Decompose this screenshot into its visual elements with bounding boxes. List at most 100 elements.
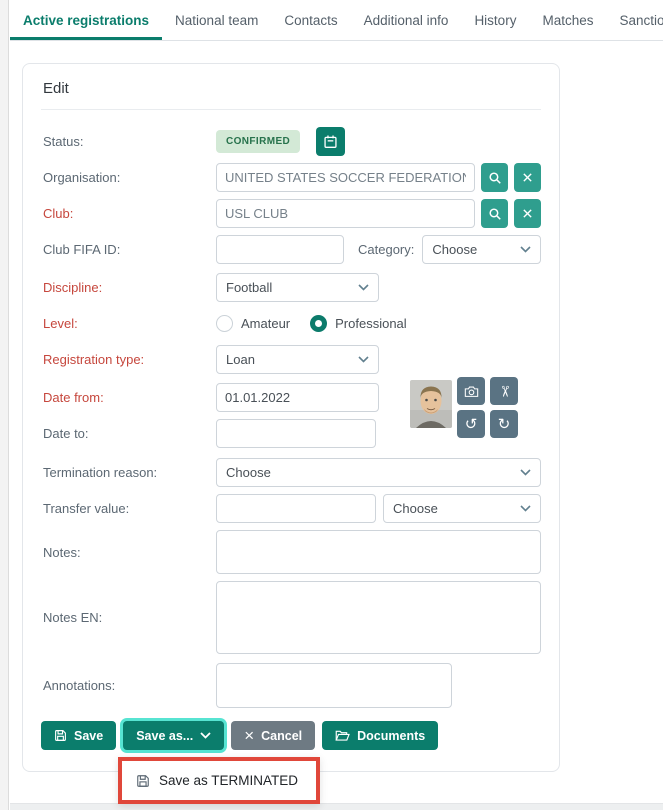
- chevron-down-icon: [520, 505, 531, 512]
- discipline-row: Discipline: Football: [41, 273, 541, 302]
- annotation-highlight: Save as TERMINATED: [118, 757, 320, 804]
- menu-item-label: Save as TERMINATED: [159, 773, 298, 788]
- tab-sanctions[interactable]: Sanctions: [606, 0, 663, 40]
- notes-label: Notes:: [41, 545, 216, 560]
- tab-label: History: [474, 13, 516, 28]
- club-row: Club:: [41, 199, 541, 228]
- status-badge: CONFIRMED: [216, 130, 300, 153]
- club-fifa-id-row: Club FIFA ID: Category: Choose: [41, 235, 541, 264]
- organisation-label: Organisation:: [41, 170, 216, 185]
- termination-reason-select-value: Choose: [226, 465, 271, 480]
- tab-contacts[interactable]: Contacts: [271, 0, 350, 40]
- save-button[interactable]: Save: [41, 721, 116, 750]
- calendar-icon: [323, 134, 338, 149]
- discipline-label: Discipline:: [41, 280, 216, 295]
- save-as-button[interactable]: Save as...: [123, 721, 224, 750]
- registration-type-select-value: Loan: [226, 352, 255, 367]
- save-icon: [54, 729, 67, 742]
- camera-icon: [464, 385, 479, 398]
- chevron-down-icon: [520, 246, 531, 253]
- photo-rotate-left-button[interactable]: ↺: [457, 410, 485, 438]
- search-icon: [488, 171, 502, 185]
- tab-additional-info[interactable]: Additional info: [351, 0, 462, 40]
- annotations-textarea[interactable]: [216, 663, 452, 708]
- save-as-button-label: Save as...: [136, 729, 193, 743]
- photo-capture-button[interactable]: [457, 377, 485, 405]
- club-search-button[interactable]: [481, 199, 508, 228]
- radio-circle-checked: [310, 315, 327, 332]
- termination-reason-label: Termination reason:: [41, 465, 216, 480]
- rotate-left-icon: ↺: [465, 417, 478, 432]
- date-from-input[interactable]: [216, 383, 379, 412]
- photo-crop-button[interactable]: ✂: [490, 377, 518, 405]
- registration-type-label: Registration type:: [41, 352, 216, 367]
- tab-label: National team: [175, 13, 258, 28]
- organisation-clear-button[interactable]: [514, 163, 541, 192]
- status-history-button[interactable]: [316, 127, 345, 156]
- save-as-terminated-menu-item[interactable]: Save as TERMINATED: [122, 761, 316, 800]
- divider: [41, 109, 541, 110]
- transfer-value-input[interactable]: [216, 494, 376, 523]
- club-input[interactable]: [216, 199, 475, 228]
- tab-history[interactable]: History: [461, 0, 529, 40]
- club-clear-button[interactable]: [514, 199, 541, 228]
- tab-label: Contacts: [284, 13, 337, 28]
- registration-type-select[interactable]: Loan: [216, 345, 379, 374]
- category-label: Category:: [356, 242, 414, 257]
- documents-button-label: Documents: [357, 729, 425, 743]
- annotations-label: Annotations:: [41, 678, 216, 693]
- tab-label: Additional info: [364, 13, 449, 28]
- club-fifa-id-input[interactable]: [216, 235, 344, 264]
- player-photo: [410, 380, 452, 428]
- tab-label: Sanctions: [619, 13, 663, 28]
- tab-matches[interactable]: Matches: [529, 0, 606, 40]
- notes-row: Notes:: [41, 530, 541, 574]
- save-button-label: Save: [74, 729, 103, 743]
- registration-type-row: Registration type: Loan: [41, 345, 541, 374]
- termination-reason-select[interactable]: Choose: [216, 458, 541, 487]
- notes-en-row: Notes EN:: [41, 581, 541, 654]
- transfer-value-label: Transfer value:: [41, 501, 216, 516]
- organisation-search-button[interactable]: [481, 163, 508, 192]
- tab-national-team[interactable]: National team: [162, 0, 271, 40]
- category-select[interactable]: Choose: [422, 235, 541, 264]
- photo-tools: ✂ ↺ ↻: [457, 377, 518, 438]
- date-to-label: Date to:: [41, 426, 216, 441]
- notes-textarea[interactable]: [216, 530, 541, 574]
- save-icon: [136, 774, 150, 788]
- rotate-right-icon: ↻: [498, 417, 511, 432]
- documents-button[interactable]: Documents: [322, 721, 438, 750]
- tab-bar: Active registrations National team Conta…: [10, 0, 663, 41]
- close-icon: [521, 207, 534, 220]
- tab-active-registrations[interactable]: Active registrations: [10, 0, 162, 40]
- chevron-down-icon: [358, 356, 369, 363]
- termination-reason-row: Termination reason: Choose: [41, 458, 541, 487]
- transfer-value-row: Transfer value: Choose: [41, 494, 541, 523]
- radio-amateur[interactable]: Amateur: [216, 315, 290, 332]
- organisation-input[interactable]: [216, 163, 475, 192]
- cancel-button[interactable]: × Cancel: [231, 721, 315, 750]
- chevron-down-icon: [358, 284, 369, 291]
- level-row: Level: Amateur Professional: [41, 309, 541, 338]
- radio-professional[interactable]: Professional: [310, 315, 407, 332]
- notes-en-label: Notes EN:: [41, 610, 216, 625]
- date-to-input[interactable]: [216, 419, 376, 448]
- annotations-row: Annotations:: [41, 663, 541, 708]
- transfer-currency-select[interactable]: Choose: [383, 494, 541, 523]
- player-photo-widget: ✂ ↺ ↻: [410, 377, 518, 438]
- chevron-down-icon: [520, 469, 531, 476]
- cancel-button-label: Cancel: [261, 729, 302, 743]
- photo-rotate-right-button[interactable]: ↻: [490, 410, 518, 438]
- scissors-icon: ✂: [496, 385, 511, 398]
- panel-title: Edit: [41, 78, 541, 109]
- folder-open-icon: [335, 729, 350, 742]
- page-bottom-band: [10, 803, 663, 810]
- discipline-select-value: Football: [226, 280, 272, 295]
- chevron-down-icon: [200, 732, 211, 739]
- tab-label: Active registrations: [23, 13, 149, 28]
- status-label: Status:: [41, 134, 216, 149]
- notes-en-textarea[interactable]: [216, 581, 541, 654]
- discipline-select[interactable]: Football: [216, 273, 379, 302]
- page-left-strip: [0, 0, 9, 810]
- club-fifa-id-label: Club FIFA ID:: [41, 242, 216, 257]
